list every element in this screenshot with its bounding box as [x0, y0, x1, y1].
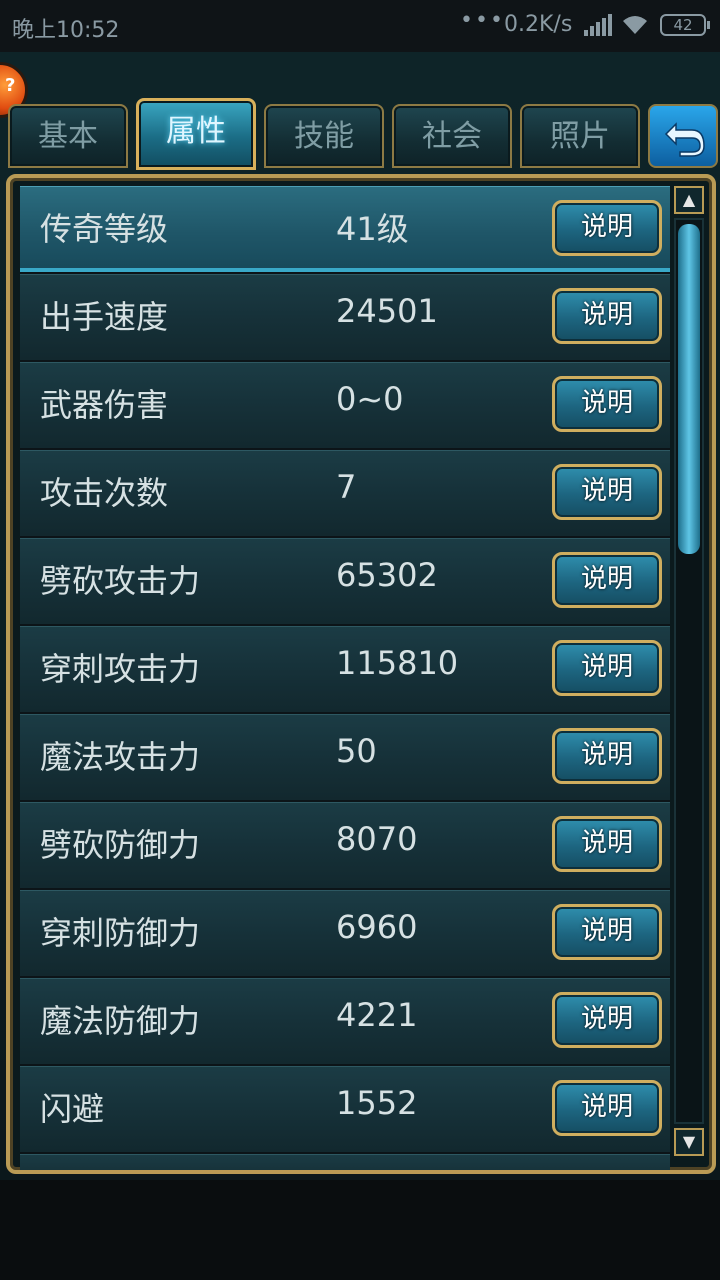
tab-bar: 基本 属性 技能 社会 照片 — [8, 98, 718, 170]
battery-icon: 42 — [660, 14, 710, 36]
attribute-value: 6960 — [336, 908, 418, 946]
status-dots: ••• — [460, 8, 505, 33]
attribute-value: 8070 — [336, 820, 418, 858]
bottom-blank-area — [0, 1180, 720, 1280]
attribute-label: 出手速度 — [40, 298, 169, 336]
explain-button[interactable]: 说明 — [552, 816, 662, 872]
tab-skills[interactable]: 技能 — [264, 104, 384, 168]
attributes-panel: 传奇等级 41级 说明 出手速度 24501 说明 武器伤害 0~0 说明 攻击… — [6, 174, 716, 1174]
scroll-down-button[interactable]: ▼ — [674, 1128, 704, 1156]
attribute-label: 魔法攻击力 — [40, 738, 201, 776]
attribute-row[interactable]: 魔法防御力 4221 说明 — [20, 978, 670, 1066]
return-arrow-icon — [664, 122, 705, 157]
game-screen: ? 基本 属性 技能 社会 照片 传奇等级 41级 说明 出手速度 24501 … — [0, 52, 720, 1180]
attribute-row[interactable]: 攻击次数 7 说明 — [20, 450, 670, 538]
attribute-row[interactable]: 魔法攻击力 50 说明 — [20, 714, 670, 802]
signal-icon — [584, 14, 612, 36]
attribute-value: 0~0 — [336, 380, 404, 418]
explain-button[interactable]: 说明 — [552, 992, 662, 1048]
back-button[interactable] — [648, 104, 718, 168]
attribute-row[interactable]: 穿刺防御力 6960 说明 — [20, 890, 670, 978]
attribute-label: 闪避 — [40, 1090, 105, 1128]
explain-button[interactable]: 说明 — [552, 376, 662, 432]
scrollbar-track[interactable] — [674, 218, 704, 1124]
explain-button[interactable]: 说明 — [552, 728, 662, 784]
attribute-value: 41级 — [336, 210, 409, 248]
attribute-label: 武器伤害 — [40, 386, 169, 424]
network-speed: 0.2K/s — [504, 12, 573, 37]
attribute-label: 穿刺攻击力 — [40, 650, 201, 688]
scroll-up-button[interactable]: ▲ — [674, 186, 704, 214]
attribute-value: 7 — [336, 468, 357, 506]
attribute-value: 50 — [336, 732, 377, 770]
attribute-row[interactable]: 劈砍防御力 8070 说明 — [20, 802, 670, 890]
attribute-row[interactable]: 闪避 1552 说明 — [20, 1066, 670, 1154]
status-bar: 晚上10:52 ••• 0.2K/s 42 — [0, 0, 720, 52]
tab-photos[interactable]: 照片 — [520, 104, 640, 168]
attribute-row[interactable]: 劈砍攻击力 65302 说明 — [20, 538, 670, 626]
attribute-label: 穿刺防御力 — [40, 914, 201, 952]
attribute-value: 1552 — [336, 1084, 418, 1122]
attribute-row[interactable]: 穿刺攻击力 115810 说明 — [20, 626, 670, 714]
explain-button[interactable]: 说明 — [552, 464, 662, 520]
explain-button[interactable]: 说明 — [552, 552, 662, 608]
explain-button[interactable]: 说明 — [552, 200, 662, 256]
attribute-label: 魔法防御力 — [40, 1002, 201, 1040]
tab-basic[interactable]: 基本 — [8, 104, 128, 168]
wifi-icon — [623, 16, 647, 34]
status-time: 晚上10:52 — [12, 18, 120, 43]
attribute-row-partial — [20, 1154, 670, 1170]
explain-button[interactable]: 说明 — [552, 904, 662, 960]
attribute-value: 115810 — [336, 644, 459, 682]
attribute-label: 劈砍防御力 — [40, 826, 201, 864]
attribute-row[interactable]: 武器伤害 0~0 说明 — [20, 362, 670, 450]
attribute-label: 劈砍攻击力 — [40, 562, 201, 600]
tab-social[interactable]: 社会 — [392, 104, 512, 168]
attribute-row[interactable]: 出手速度 24501 说明 — [20, 274, 670, 362]
attribute-value: 24501 — [336, 292, 438, 330]
battery-level: 42 — [673, 16, 693, 34]
scrollbar-thumb[interactable] — [678, 224, 700, 554]
attribute-label: 传奇等级 — [40, 210, 169, 248]
attribute-row[interactable]: 传奇等级 41级 说明 — [20, 186, 670, 274]
attribute-value: 65302 — [336, 556, 438, 594]
tab-attributes[interactable]: 属性 — [136, 98, 256, 170]
attribute-value: 4221 — [336, 996, 418, 1034]
attributes-list: 传奇等级 41级 说明 出手速度 24501 说明 武器伤害 0~0 说明 攻击… — [20, 186, 670, 1170]
attribute-label: 攻击次数 — [40, 474, 169, 512]
explain-button[interactable]: 说明 — [552, 1080, 662, 1136]
explain-button[interactable]: 说明 — [552, 288, 662, 344]
explain-button[interactable]: 说明 — [552, 640, 662, 696]
